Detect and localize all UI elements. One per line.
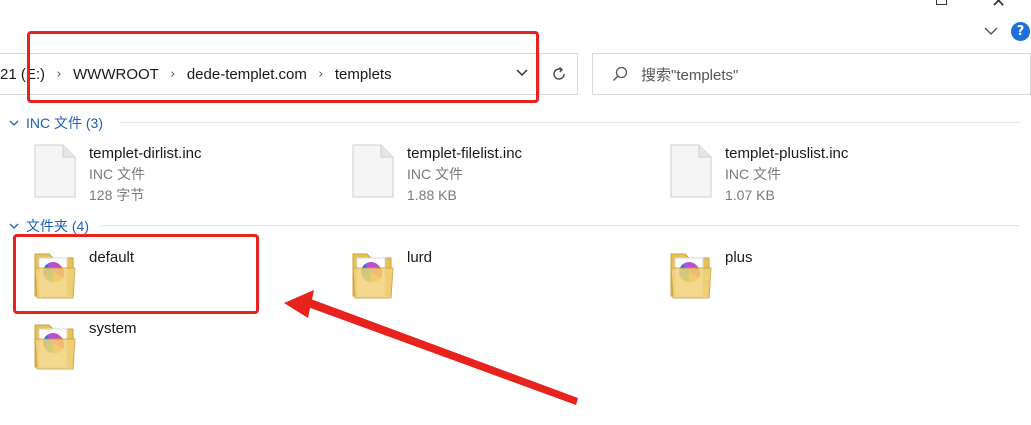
group-header-label: 文件夹 (4) xyxy=(26,218,89,234)
document-icon xyxy=(670,144,712,198)
annotation-box-default xyxy=(13,234,259,314)
document-icon xyxy=(34,144,76,198)
chevron-down-icon xyxy=(9,120,19,126)
file-size: 1.88 KB xyxy=(407,187,457,203)
folder-item-system[interactable]: system xyxy=(33,319,137,373)
folder-icon xyxy=(670,253,712,299)
file-item[interactable]: templet-dirlist.inc INC 文件 128 字节 xyxy=(33,144,202,206)
file-type: INC 文件 xyxy=(89,166,145,182)
annotation-box-address xyxy=(27,31,539,103)
document-icon xyxy=(352,144,394,198)
arrow-shaft xyxy=(305,298,578,405)
file-item[interactable]: templet-pluslist.inc INC 文件 1.07 KB xyxy=(669,144,848,206)
group-header-folders[interactable]: 文件夹 (4) xyxy=(8,216,89,236)
search-placeholder: 搜索"templets" xyxy=(641,66,739,84)
refresh-icon xyxy=(552,66,565,80)
file-type: INC 文件 xyxy=(407,166,463,182)
search-icon xyxy=(613,66,628,81)
group-divider xyxy=(120,122,1020,123)
folder-name: system xyxy=(89,320,137,337)
group-header-label: INC 文件 (3) xyxy=(26,115,103,131)
folder-item-plus[interactable]: plus xyxy=(669,248,753,302)
refresh-button[interactable] xyxy=(540,53,578,95)
folder-name: plus xyxy=(725,249,753,266)
arrow-head xyxy=(284,290,314,318)
folder-icon xyxy=(34,324,76,370)
restore-icon[interactable] xyxy=(936,0,947,5)
group-header-inc[interactable]: INC 文件 (3) xyxy=(8,113,103,133)
expand-ribbon-chevron-icon[interactable] xyxy=(983,23,999,39)
chevron-down-icon xyxy=(9,223,19,229)
file-name: templet-pluslist.inc xyxy=(725,145,849,162)
help-button[interactable]: ? xyxy=(1011,22,1030,41)
group-divider xyxy=(100,225,1020,226)
file-size: 128 字节 xyxy=(89,187,145,203)
file-type: INC 文件 xyxy=(725,166,781,182)
file-size: 1.07 KB xyxy=(725,187,775,203)
file-name: templet-dirlist.inc xyxy=(89,145,202,162)
search-input[interactable]: 搜索"templets" xyxy=(592,53,1031,95)
file-item[interactable]: templet-filelist.inc INC 文件 1.88 KB xyxy=(351,144,522,206)
folder-name: lurd xyxy=(407,249,433,266)
folder-item-lurd[interactable]: lurd xyxy=(351,248,432,302)
file-name: templet-filelist.inc xyxy=(407,145,523,162)
folder-icon xyxy=(352,253,394,299)
close-icon[interactable]: ✕ xyxy=(991,0,1006,12)
